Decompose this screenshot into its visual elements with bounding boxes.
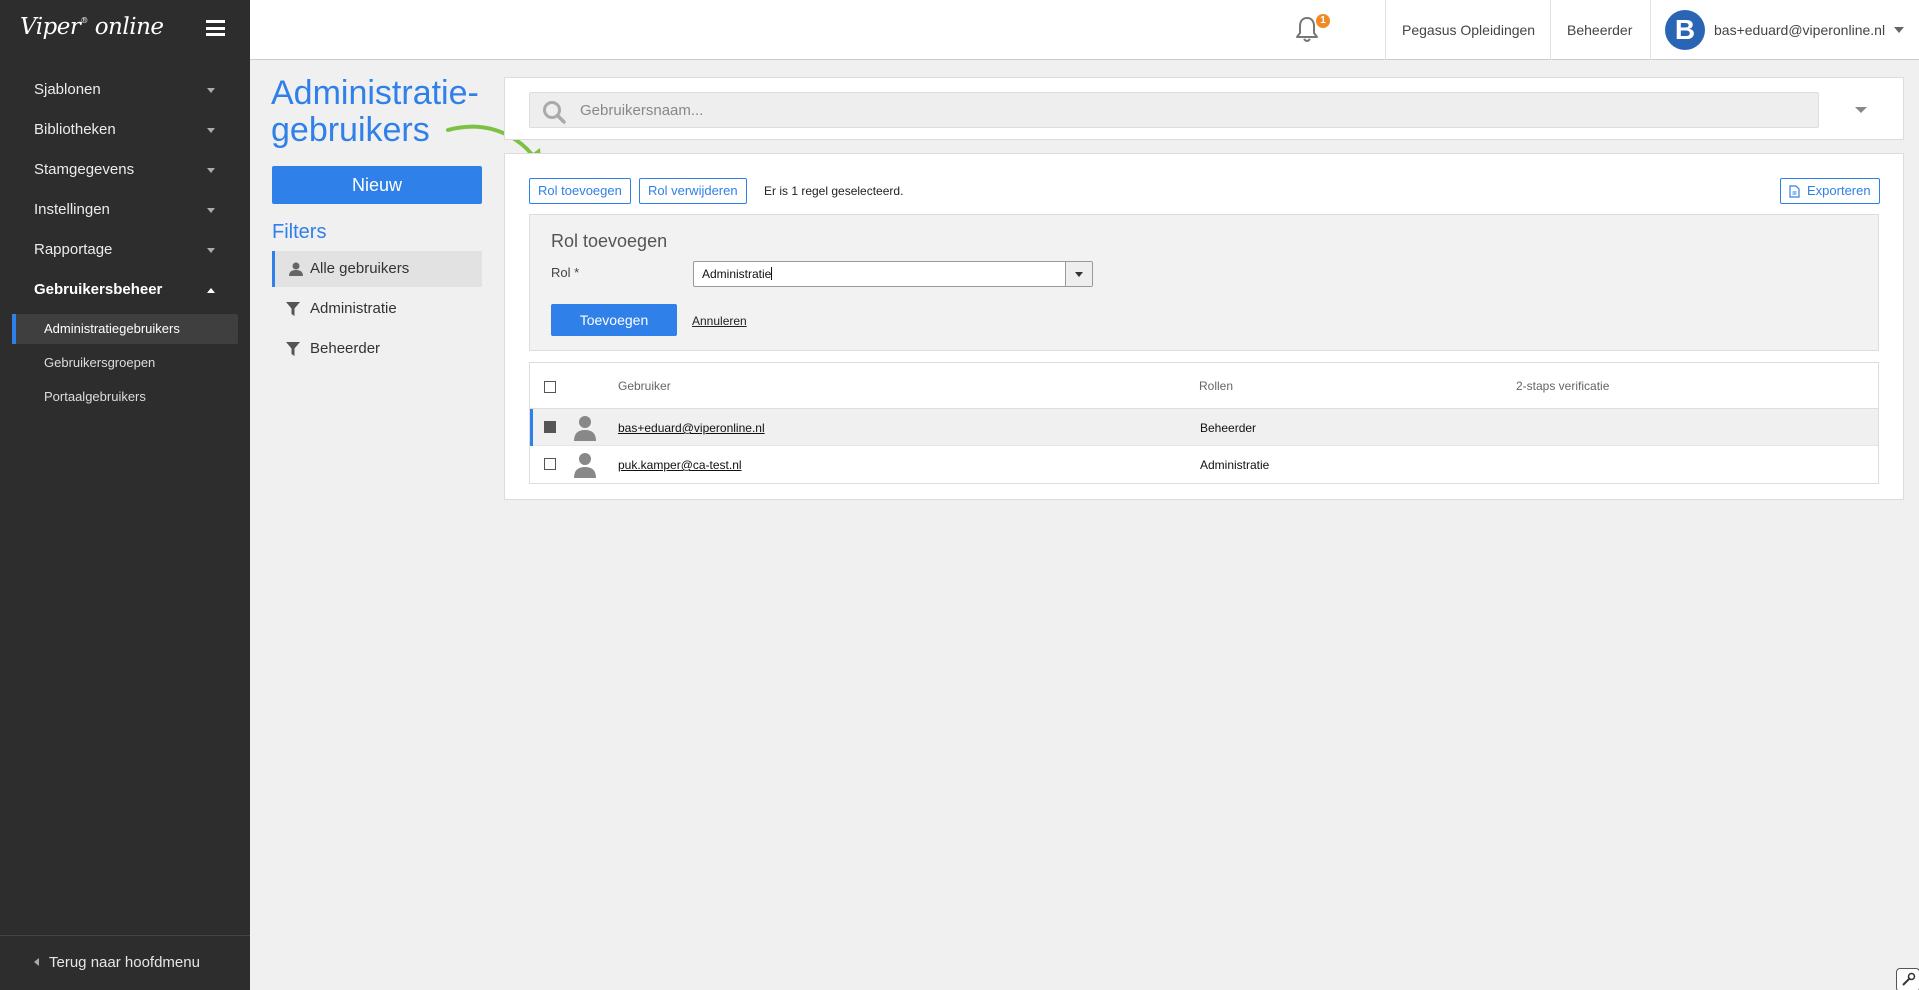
column-header-user[interactable]: Gebruiker <box>618 379 671 393</box>
logo-suffix: online <box>94 14 164 40</box>
sidebar-item-rapportage[interactable]: Rapportage <box>0 230 250 270</box>
export-label: Exporteren <box>1807 183 1871 198</box>
users-table: Gebruiker Rollen 2-staps verificatie bas… <box>529 362 1879 484</box>
add-role-title: Rol toevoegen <box>551 231 668 251</box>
filter-icon <box>286 342 300 356</box>
divider <box>1550 0 1551 60</box>
page-title-line: Administratie- <box>271 74 479 112</box>
filters-title: Filters <box>272 221 327 243</box>
chevron-up-icon <box>207 288 215 293</box>
search-options-chevron-icon[interactable] <box>1855 107 1867 113</box>
sidebar-subitem-portaalgebruikers[interactable]: Portaalgebruikers <box>12 382 238 412</box>
table-row[interactable]: puk.kamper@ca-test.nl Administratie <box>530 446 1878 483</box>
sidebar-item-bibliotheken[interactable]: Bibliotheken <box>0 110 250 150</box>
sidebar-item-instellingen[interactable]: Instellingen <box>0 190 250 230</box>
back-link-label: Terug naar hoofdmenu <box>49 954 200 971</box>
divider <box>1385 0 1386 60</box>
role-select[interactable]: Administratie <box>693 261 1093 287</box>
add-role-form: Rol toevoegen Rol * Administratie Toevoe… <box>529 214 1879 351</box>
chevron-down-icon <box>207 208 215 213</box>
filter-all-users[interactable]: Alle gebruikers <box>272 251 482 287</box>
remove-role-button[interactable]: Rol verwijderen <box>639 178 747 204</box>
row-checkbox[interactable] <box>544 458 556 470</box>
table-header: Gebruiker Rollen 2-staps verificatie <box>530 363 1878 409</box>
new-user-button[interactable]: Nieuw <box>272 166 482 204</box>
row-checkbox[interactable] <box>544 421 556 433</box>
sidebar-subitem-administratiegebruikers[interactable]: Administratiegebruikers <box>12 314 238 344</box>
search-icon <box>543 101 566 124</box>
document-icon <box>1789 185 1800 198</box>
column-header-two-factor[interactable]: 2-staps verificatie <box>1516 379 1609 393</box>
sidebar-nav: Sjablonen Bibliotheken Stamgegevens Inst… <box>0 70 250 416</box>
role-label: Rol * <box>551 265 580 280</box>
sidebar-item-stamgegevens[interactable]: Stamgegevens <box>0 150 250 190</box>
select-all-checkbox[interactable] <box>544 381 556 393</box>
filter-icon <box>286 302 300 316</box>
back-to-main-menu-link[interactable]: Terug naar hoofdmenu <box>34 954 200 971</box>
chevron-down-icon <box>207 88 215 93</box>
dropdown-arrow-icon[interactable] <box>1065 262 1092 286</box>
divider <box>1650 0 1651 60</box>
organization-link[interactable]: Pegasus Opleidingen <box>1402 22 1535 38</box>
chevron-down-icon[interactable] <box>1894 27 1904 33</box>
logo-brand: Viper <box>20 14 81 40</box>
role-select-value: Administratie <box>702 267 772 281</box>
sidebar-footer: Terug naar hoofdmenu <box>0 935 250 990</box>
avatar[interactable]: B <box>1665 10 1705 50</box>
add-role-button[interactable]: Rol toevoegen <box>529 178 631 204</box>
filter-label: Alle gebruikers <box>310 260 410 277</box>
sidebar-item-label: Bibliotheken <box>34 121 116 138</box>
filter-beheerder[interactable]: Beheerder <box>272 331 482 367</box>
cancel-link[interactable]: Annuleren <box>692 314 747 328</box>
sidebar-item-label: Instellingen <box>34 201 110 218</box>
sidebar-item-label: Rapportage <box>34 241 113 258</box>
top-bar: 1 Pegasus Opleidingen Beheerder B bas+ed… <box>250 0 1919 60</box>
notification-badge: 1 <box>1316 14 1330 28</box>
sidebar-item-label: Sjablonen <box>34 81 101 98</box>
chevron-down-icon <box>207 248 215 253</box>
table-row[interactable]: bas+eduard@viperonline.nl Beheerder <box>530 409 1878 446</box>
user-email-link[interactable]: bas+eduard@viperonline.nl <box>618 421 765 435</box>
user-email[interactable]: bas+eduard@viperonline.nl <box>1714 22 1885 38</box>
column-header-roles[interactable]: Rollen <box>1199 379 1233 393</box>
submit-add-role-button[interactable]: Toevoegen <box>551 304 677 336</box>
sidebar-item-sjablonen[interactable]: Sjablonen <box>0 70 250 110</box>
user-icon <box>289 262 303 276</box>
user-icon <box>574 416 596 441</box>
app-logo[interactable]: Viper® online <box>20 14 164 40</box>
chevron-down-icon <box>207 128 215 133</box>
sidebar-item-label: Gebruikersbeheer <box>34 281 163 298</box>
chevron-left-icon <box>34 958 39 967</box>
user-roles: Beheerder <box>1200 421 1257 435</box>
logo-registered-mark: ® <box>80 16 88 25</box>
sidebar: Viper® online Sjablonen Bibliotheken Sta… <box>0 0 250 990</box>
user-roles: Administratie <box>1200 458 1270 472</box>
filter-administratie[interactable]: Administratie <box>272 291 482 327</box>
sidebar-subitem-gebruikersgroepen[interactable]: Gebruikersgroepen <box>12 348 238 378</box>
menu-toggle-icon[interactable] <box>206 20 225 36</box>
export-button[interactable]: Exporteren <box>1780 178 1880 204</box>
sidebar-item-label: Stamgegevens <box>34 161 135 178</box>
wrench-icon[interactable] <box>1896 968 1919 990</box>
sidebar-item-gebruikersbeheer[interactable]: Gebruikersbeheer <box>0 270 250 310</box>
filter-label: Beheerder <box>310 340 381 357</box>
search-input[interactable] <box>580 93 1780 127</box>
filter-label: Administratie <box>310 300 397 317</box>
user-icon <box>574 453 596 478</box>
user-email-link[interactable]: puk.kamper@ca-test.nl <box>618 458 742 472</box>
sidebar-submenu: Administratiegebruikers Gebruikersgroepe… <box>0 314 250 412</box>
chevron-down-icon <box>207 168 215 173</box>
selection-info: Er is 1 regel geselecteerd. <box>764 184 904 198</box>
role-link[interactable]: Beheerder <box>1567 22 1632 38</box>
search-box[interactable] <box>529 92 1819 128</box>
